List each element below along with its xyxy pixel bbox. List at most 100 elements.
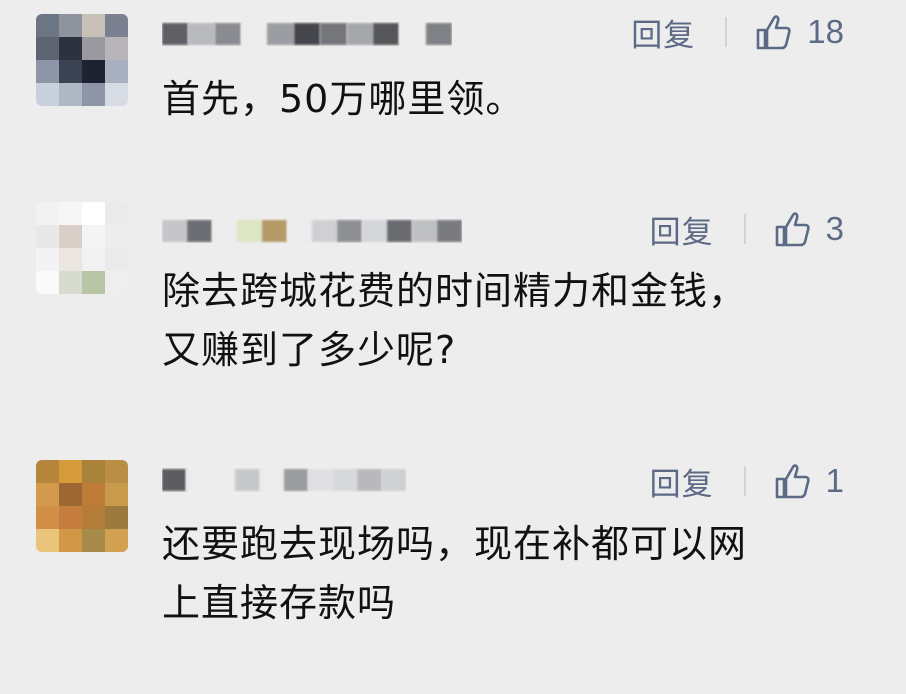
like-button[interactable]: 18 bbox=[755, 13, 844, 51]
avatar-pixel bbox=[105, 506, 128, 529]
name-mosaic-block bbox=[267, 23, 294, 45]
name-mosaic-block bbox=[332, 469, 358, 491]
like-button[interactable]: 1 bbox=[774, 462, 844, 500]
name-mosaic-block bbox=[287, 220, 312, 242]
avatar-pixel bbox=[59, 248, 82, 271]
name-mosaic-block bbox=[387, 220, 412, 242]
avatar-pixel bbox=[59, 271, 82, 294]
avatar-pixel bbox=[36, 506, 59, 529]
avatar-pixel bbox=[59, 14, 82, 37]
name-mosaic-block bbox=[235, 469, 260, 491]
like-button[interactable]: 3 bbox=[774, 210, 844, 248]
name-mosaic-block bbox=[262, 220, 287, 242]
name-mosaic-block bbox=[214, 23, 242, 45]
avatar-pixel bbox=[105, 37, 128, 60]
avatar-pixel bbox=[36, 483, 59, 506]
name-mosaic-block bbox=[362, 220, 387, 242]
name-mosaic-block bbox=[308, 469, 333, 491]
name-mosaic-block bbox=[293, 23, 321, 45]
avatar-pixel bbox=[59, 225, 82, 248]
avatar-pixel bbox=[36, 83, 59, 106]
avatar-pixel bbox=[105, 460, 128, 483]
user-name-blurred[interactable] bbox=[162, 219, 462, 243]
user-avatar[interactable] bbox=[36, 202, 128, 294]
thumb-up-icon bbox=[775, 464, 810, 499]
avatar-pixel bbox=[105, 248, 128, 271]
thumb-up-icon bbox=[756, 15, 791, 50]
avatar-pixel bbox=[59, 37, 82, 60]
avatar-pixel bbox=[82, 14, 105, 37]
name-mosaic-block bbox=[237, 220, 262, 242]
actions-divider bbox=[743, 466, 746, 496]
name-mosaic-block bbox=[188, 23, 215, 45]
name-mosaic-block bbox=[162, 469, 187, 491]
comment-actions: 回复 18 bbox=[631, 10, 844, 54]
avatar-pixel bbox=[82, 225, 105, 248]
avatar-pixel bbox=[82, 202, 105, 225]
avatar-pixel bbox=[59, 202, 82, 225]
avatar-pixel bbox=[36, 60, 59, 83]
avatar-pixel bbox=[82, 37, 105, 60]
avatar-pixel bbox=[82, 529, 105, 552]
avatar-pixel bbox=[36, 37, 59, 60]
comment-text: 还要跑去现场吗，现在补都可以网 上直接存款吗 bbox=[162, 522, 748, 625]
avatar-pixel bbox=[82, 506, 105, 529]
avatar-pixel bbox=[59, 460, 82, 483]
name-mosaic-block bbox=[162, 220, 187, 242]
avatar-pixel bbox=[36, 529, 59, 552]
avatar-pixel bbox=[105, 202, 128, 225]
name-mosaic-block bbox=[357, 469, 382, 491]
user-name-blurred[interactable] bbox=[162, 22, 452, 46]
name-mosaic-block bbox=[381, 469, 406, 491]
avatar-pixel bbox=[59, 60, 82, 83]
avatar-pixel bbox=[105, 83, 128, 106]
avatar-pixel bbox=[105, 271, 128, 294]
comment-text: 首先，50万哪里领。 bbox=[162, 77, 525, 121]
avatar-pixel bbox=[36, 225, 59, 248]
avatar-pixel bbox=[36, 271, 59, 294]
actions-divider bbox=[743, 214, 746, 244]
name-mosaic-block bbox=[425, 23, 452, 45]
like-count: 3 bbox=[825, 210, 844, 247]
thumb-up-icon bbox=[775, 212, 810, 247]
user-avatar[interactable] bbox=[36, 14, 128, 106]
avatar-pixel bbox=[105, 60, 128, 83]
like-count: 1 bbox=[825, 462, 844, 499]
name-mosaic-block bbox=[186, 469, 211, 491]
reply-button[interactable]: 回复 bbox=[650, 459, 714, 504]
name-mosaic-block bbox=[437, 220, 462, 242]
name-mosaic-block bbox=[162, 23, 189, 45]
reply-button[interactable]: 回复 bbox=[650, 207, 714, 252]
name-mosaic-block bbox=[283, 469, 309, 491]
name-mosaic-block bbox=[399, 23, 426, 45]
avatar-pixel bbox=[105, 14, 128, 37]
comment-feed: 回复 18 首先，50万哪里领。 回复 3 除去跨城花费的时间精力和金钱， 又赚… bbox=[0, 0, 906, 694]
name-mosaic-block bbox=[346, 23, 373, 45]
name-mosaic-block bbox=[412, 220, 437, 242]
name-mosaic-block bbox=[312, 220, 337, 242]
avatar-pixel bbox=[36, 460, 59, 483]
avatar-pixel bbox=[105, 529, 128, 552]
comment-actions: 回复 3 bbox=[650, 207, 844, 251]
name-mosaic-block bbox=[212, 220, 237, 242]
name-mosaic-block bbox=[187, 220, 212, 242]
name-mosaic-block bbox=[337, 220, 362, 242]
avatar-pixel bbox=[82, 83, 105, 106]
avatar-pixel bbox=[36, 248, 59, 271]
avatar-pixel bbox=[36, 202, 59, 225]
user-name-blurred[interactable] bbox=[162, 468, 406, 492]
avatar-pixel bbox=[59, 483, 82, 506]
name-mosaic-block bbox=[259, 469, 284, 491]
avatar-pixel bbox=[36, 14, 59, 37]
comment-actions: 回复 1 bbox=[650, 459, 844, 503]
avatar-pixel bbox=[105, 483, 128, 506]
name-mosaic-block bbox=[210, 469, 236, 491]
user-avatar[interactable] bbox=[36, 460, 128, 552]
avatar-pixel bbox=[82, 460, 105, 483]
avatar-pixel bbox=[82, 248, 105, 271]
reply-button[interactable]: 回复 bbox=[631, 10, 695, 55]
like-count: 18 bbox=[807, 13, 844, 50]
avatar-pixel bbox=[105, 225, 128, 248]
name-mosaic-block bbox=[241, 23, 268, 45]
avatar-pixel bbox=[82, 60, 105, 83]
